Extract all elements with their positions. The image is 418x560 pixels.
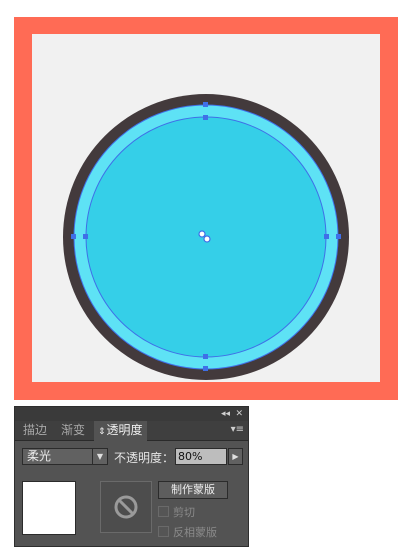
- opacity-label: 不透明度：: [114, 451, 175, 465]
- anchor-point-top-outer[interactable]: [203, 102, 208, 107]
- anchor-point-right-outer[interactable]: [336, 234, 341, 239]
- blend-mode-select[interactable]: 柔光 ▼: [22, 448, 108, 465]
- anchor-point-bottom-outer[interactable]: [203, 366, 208, 371]
- clip-label: 剪切: [173, 506, 195, 519]
- opacity-input[interactable]: 80%: [175, 448, 227, 465]
- collapse-panel-icon[interactable]: ◂◂: [221, 407, 230, 421]
- tab-transparency-label: 透明度: [106, 423, 143, 437]
- close-icon[interactable]: ✕: [235, 407, 243, 421]
- opacity-slider-arrow-icon[interactable]: ▶: [228, 448, 243, 465]
- panel-title-bar[interactable]: ◂◂ ✕: [15, 407, 248, 421]
- no-mask-icon: [114, 495, 138, 519]
- anchor-point-left-inner[interactable]: [83, 234, 88, 239]
- anchor-point-top-inner[interactable]: [203, 115, 208, 120]
- canvas-area: [32, 34, 380, 382]
- invert-mask-label: 反相蒙版: [173, 526, 217, 539]
- circle-artwork[interactable]: [32, 34, 380, 382]
- anchor-point-right-inner[interactable]: [324, 234, 329, 239]
- artboard: [14, 17, 398, 400]
- tab-stroke[interactable]: 描边: [19, 421, 51, 440]
- anchor-point-left-outer[interactable]: [71, 234, 76, 239]
- make-mask-button[interactable]: 制作蒙版: [158, 481, 228, 499]
- panel-tab-bar: 描边 渐变 ⇕透明度: [15, 421, 248, 441]
- tab-arrows-icon: ⇕: [98, 427, 106, 437]
- tab-gradient[interactable]: 渐变: [57, 421, 89, 440]
- clip-checkbox[interactable]: [158, 506, 169, 517]
- tab-transparency[interactable]: ⇕透明度: [94, 421, 147, 441]
- object-thumbnail[interactable]: [22, 481, 76, 535]
- mask-thumbnail[interactable]: [100, 481, 152, 533]
- panel-menu-icon[interactable]: ▾≡: [231, 424, 244, 435]
- chevron-down-icon[interactable]: ▼: [92, 449, 107, 464]
- blend-mode-value: 柔光: [27, 449, 52, 463]
- invert-mask-checkbox[interactable]: [158, 526, 169, 537]
- transparency-panel: ◂◂ ✕ 描边 渐变 ⇕透明度 ▾≡ 柔光 ▼ 不透明度： 80% ▶ 制作蒙版…: [14, 406, 249, 547]
- anchor-point-bottom-inner[interactable]: [203, 354, 208, 359]
